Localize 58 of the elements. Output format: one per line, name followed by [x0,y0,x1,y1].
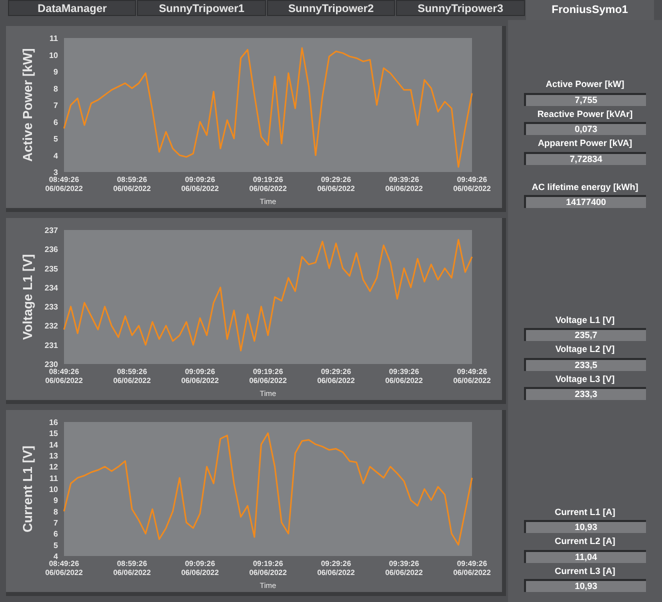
tick-label: 7 [54,518,58,528]
tick-label: 5 [54,134,58,144]
readout-value: 14177400 [524,195,646,208]
readout-label: Current L2 [A] [554,535,616,548]
readout-value: 11,04 [524,550,646,562]
tick-label: 232 [44,322,58,331]
tick-label: 9 [54,496,58,506]
axis-title: Active Power [kW] [20,48,35,162]
readout-value: 7,72834 [524,152,646,164]
tick-label: 231 [44,340,58,350]
tab[interactable]: SunnyTripower1 [137,0,266,16]
readout-label: Active Power [kW] [546,78,624,91]
tick-label: 10 [49,485,58,494]
tick-label: 3 [54,168,58,177]
readout-label: Current L3 [A] [554,564,616,578]
tick-label: 234 [44,283,58,292]
tab[interactable]: SunnyTripower2 [266,0,396,16]
tick-label: 8 [54,507,58,516]
readout-label: Reactive Power [kVAr] [537,108,633,121]
tick-label: 235 [44,264,58,274]
readout-value: 0,073 [524,122,646,135]
tab[interactable]: FroniusSymo1 [526,0,654,20]
tick-label: 8 [54,84,58,94]
tick-label: 14 [49,440,58,450]
tick-label: 10 [49,50,58,60]
readout-label: Apparent Power [kVA] [538,137,632,150]
tick-label: 237 [44,226,58,235]
readout-value: 233,3 [524,387,646,400]
readout-value: 10,93 [524,520,646,533]
tick-label: 16 [49,418,58,427]
tick-label: 236 [44,245,58,254]
tick-label: 11 [50,34,58,43]
readout-label: Voltage L3 [V] [555,372,615,386]
readout-value: 233,5 [524,358,646,370]
readout-label: Current L1 [A] [554,506,616,519]
tick-label: 7 [54,101,58,110]
tick-label: 9 [54,68,58,76]
tab[interactable]: DataManager [8,0,136,16]
readout-label: AC lifetime energy [kWh] [532,180,638,194]
readout-value: 7,755 [524,92,646,106]
tick-label: 6 [54,118,58,127]
tick-label: 4 [54,552,58,561]
axis-title: Voltage L1 [V] [20,254,35,340]
readout-label: Voltage L2 [V] [555,343,615,356]
tick-label: 233 [44,302,58,312]
tick-label: 12 [49,462,58,472]
readout-value: 10,93 [524,579,646,592]
tick-label: 4 [54,151,58,160]
readout-value: 235,7 [524,328,646,341]
readout-label: Voltage L1 [V] [555,314,615,327]
tick-label: 13 [49,452,58,460]
tab[interactable]: SunnyTripower3 [396,0,525,16]
tick-label: 5 [54,540,58,550]
tick-label: 230 [44,360,58,369]
axis-title: Current L1 [V] [20,446,35,532]
tick-label: 6 [54,530,58,539]
tick-label: 11 [50,474,58,483]
tick-label: 15 [49,429,58,438]
